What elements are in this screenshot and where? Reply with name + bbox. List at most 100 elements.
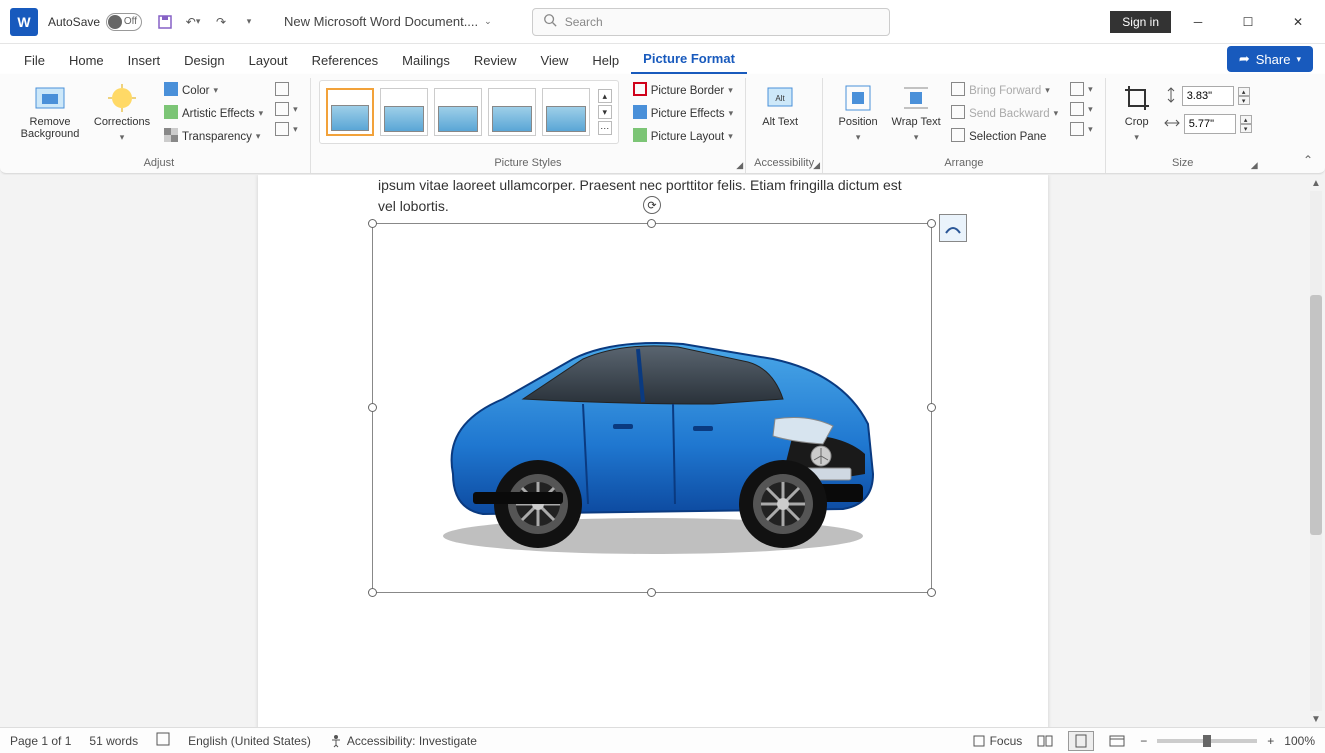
height-field[interactable]: ▴▾	[1164, 86, 1252, 106]
style-thumb[interactable]	[542, 88, 590, 136]
qat-customize-button[interactable]: ▾	[240, 13, 258, 31]
document-title[interactable]: New Microsoft Word Document.... ⌄	[284, 14, 492, 29]
resize-handle[interactable]	[368, 403, 377, 412]
picture-border-button[interactable]: Picture Border▾	[629, 80, 737, 101]
page[interactable]: ipsum vitae laoreet ullamcorper. Praesen…	[258, 175, 1048, 727]
position-button[interactable]: Position▾	[831, 80, 885, 143]
resize-handle[interactable]	[368, 588, 377, 597]
transparency-button[interactable]: Transparency▾	[160, 126, 267, 147]
gallery-more-button[interactable]: ▴▾⋯	[598, 89, 612, 135]
tab-review[interactable]: Review	[462, 47, 529, 74]
wrap-text-button[interactable]: Wrap Text▾	[889, 80, 943, 143]
send-backward-button[interactable]: Send Backward▾	[947, 103, 1062, 124]
selection-pane-button[interactable]: Selection Pane	[947, 126, 1062, 147]
tab-help[interactable]: Help	[580, 47, 631, 74]
spelling-icon[interactable]	[156, 732, 170, 749]
scroll-thumb[interactable]	[1310, 295, 1322, 535]
resize-handle[interactable]	[647, 588, 656, 597]
resize-handle[interactable]	[927, 219, 936, 228]
picture-styles-gallery[interactable]: ▴▾⋯	[319, 80, 619, 144]
picture-effects-button[interactable]: Picture Effects▾	[629, 103, 737, 124]
send-backward-icon	[951, 105, 965, 122]
tab-references[interactable]: References	[300, 47, 390, 74]
undo-button[interactable]: ↶▾	[184, 13, 202, 31]
read-mode-button[interactable]	[1032, 731, 1058, 751]
bring-forward-button[interactable]: Bring Forward▾	[947, 80, 1062, 101]
align-icon	[1070, 82, 1084, 96]
print-layout-button[interactable]	[1068, 731, 1094, 751]
selected-picture[interactable]: ⟳	[372, 223, 932, 593]
width-input[interactable]	[1184, 114, 1236, 134]
accessibility-status[interactable]: Accessibility: Investigate	[329, 734, 477, 748]
corrections-button[interactable]: Corrections ▾	[88, 80, 156, 143]
sign-in-button[interactable]: Sign in	[1110, 11, 1171, 33]
size-launcher[interactable]: ◢	[1251, 160, 1258, 171]
height-input[interactable]	[1182, 86, 1234, 106]
layout-options-button[interactable]	[939, 214, 967, 242]
rotate-handle[interactable]: ⟳	[643, 196, 661, 214]
group-objects-button[interactable]: ▾	[1066, 100, 1097, 118]
maximize-button[interactable]: ☐	[1225, 7, 1271, 37]
focus-mode-button[interactable]: Focus	[972, 734, 1023, 748]
tab-design[interactable]: Design	[172, 47, 236, 74]
reset-picture-button[interactable]: ▾	[271, 120, 302, 138]
resize-handle[interactable]	[927, 403, 936, 412]
style-thumb[interactable]	[380, 88, 428, 136]
vertical-scrollbar[interactable]: ▲ ▼	[1307, 175, 1325, 727]
search-input[interactable]: Search	[532, 8, 890, 36]
rotate-button[interactable]: ▾	[1066, 120, 1097, 138]
autosave-label: AutoSave	[48, 15, 100, 29]
tab-layout[interactable]: Layout	[237, 47, 300, 74]
language-status[interactable]: English (United States)	[188, 734, 311, 748]
remove-background-button[interactable]: Remove Background	[16, 80, 84, 140]
style-thumb[interactable]	[488, 88, 536, 136]
close-button[interactable]: ✕	[1275, 7, 1321, 37]
picture-layout-button[interactable]: Picture Layout▾	[629, 126, 737, 147]
style-thumb[interactable]	[434, 88, 482, 136]
resize-handle[interactable]	[927, 588, 936, 597]
document-area[interactable]: ipsum vitae laoreet ullamcorper. Praesen…	[0, 175, 1307, 727]
accessibility-icon	[329, 734, 343, 748]
accessibility-launcher[interactable]: ◢	[813, 160, 820, 171]
word-count[interactable]: 51 words	[89, 734, 138, 748]
align-button[interactable]: ▾	[1066, 80, 1097, 98]
zoom-in-button[interactable]: +	[1267, 734, 1274, 748]
change-picture-button[interactable]: ▾	[271, 100, 302, 118]
tab-file[interactable]: File	[12, 47, 57, 74]
style-thumb[interactable]	[326, 88, 374, 136]
crop-button[interactable]: Crop▾	[1114, 80, 1160, 143]
autosave-toggle[interactable]: Off	[106, 13, 142, 31]
autosave-control[interactable]: AutoSave Off	[48, 13, 142, 31]
resize-handle[interactable]	[647, 219, 656, 228]
tab-picture-format[interactable]: Picture Format	[631, 45, 747, 74]
width-field[interactable]: ▴▾	[1164, 114, 1252, 134]
crop-label: Crop	[1125, 116, 1149, 128]
zoom-slider[interactable]	[1157, 739, 1257, 743]
scroll-down-button[interactable]: ▼	[1307, 711, 1325, 727]
group-adjust-label: Adjust	[16, 155, 302, 171]
tab-home[interactable]: Home	[57, 47, 116, 74]
tab-insert[interactable]: Insert	[116, 47, 173, 74]
page-count[interactable]: Page 1 of 1	[10, 734, 71, 748]
color-button[interactable]: Color▾	[160, 80, 267, 101]
web-layout-button[interactable]	[1104, 731, 1130, 751]
picture-styles-launcher[interactable]: ◢	[736, 160, 743, 171]
minimize-button[interactable]: ─	[1175, 7, 1221, 37]
tab-mailings[interactable]: Mailings	[390, 47, 462, 74]
compress-pictures-button[interactable]	[271, 80, 302, 98]
resize-handle[interactable]	[368, 219, 377, 228]
remove-background-icon	[34, 84, 66, 112]
zoom-out-button[interactable]: −	[1140, 734, 1147, 748]
scroll-up-button[interactable]: ▲	[1307, 175, 1325, 191]
height-spinner[interactable]: ▴▾	[1238, 87, 1250, 105]
width-spinner[interactable]: ▴▾	[1240, 115, 1252, 133]
collapse-ribbon-button[interactable]: ⌃	[1303, 153, 1313, 167]
tab-view[interactable]: View	[528, 47, 580, 74]
save-button[interactable]	[156, 13, 174, 31]
zoom-level[interactable]: 100%	[1284, 734, 1315, 748]
redo-button[interactable]: ↷	[212, 13, 230, 31]
share-button[interactable]: ➦ Share ▾	[1227, 46, 1313, 72]
artistic-effects-button[interactable]: Artistic Effects▾	[160, 103, 267, 124]
alt-text-button[interactable]: Alt Alt Text	[754, 80, 806, 128]
focus-icon	[972, 734, 986, 748]
